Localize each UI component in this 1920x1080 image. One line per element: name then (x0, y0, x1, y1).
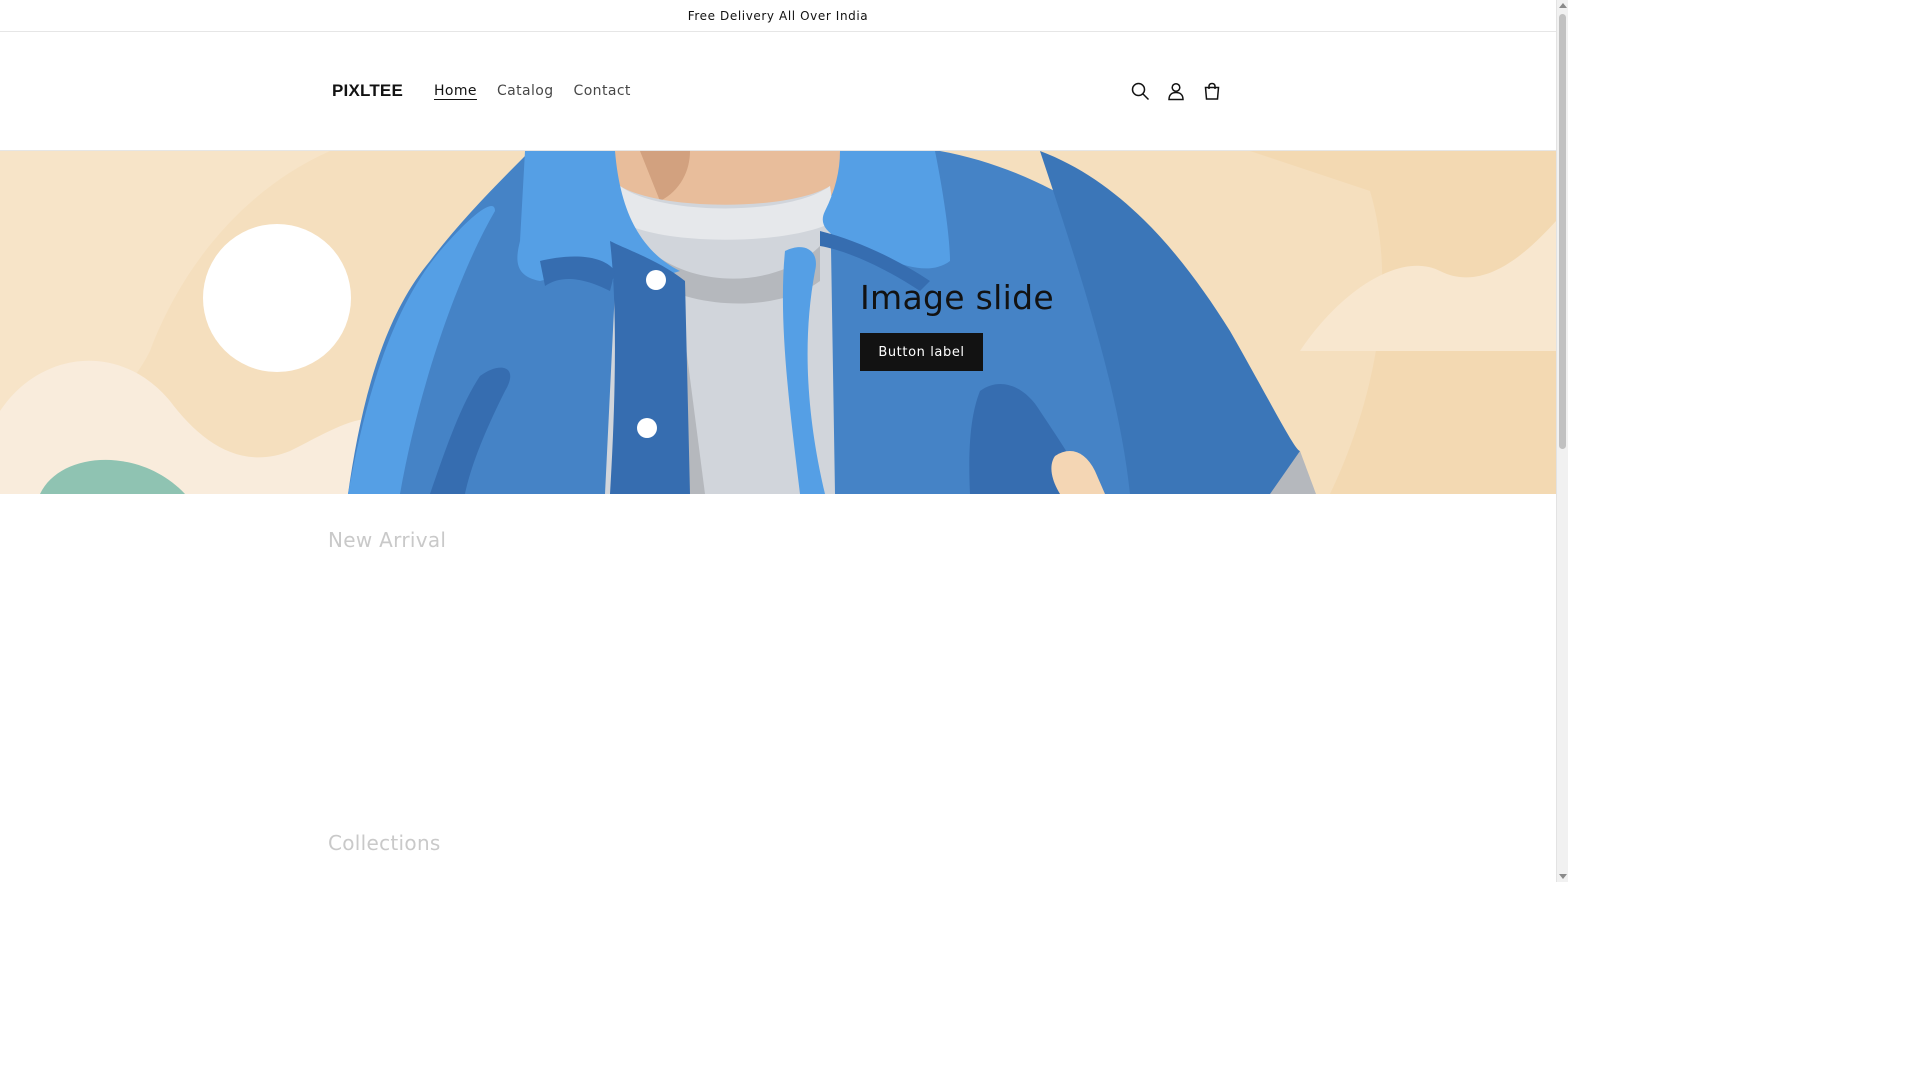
main-nav: Home Catalog Contact (424, 82, 641, 100)
hero-title: Image slide (860, 278, 1054, 317)
announcement-text: Free Delivery All Over India (687, 8, 869, 23)
site-header: PIXLTEE Home Catalog Contact (0, 32, 1556, 151)
search-button[interactable] (1125, 76, 1155, 106)
hero-slideshow: Image slide Button label (0, 151, 1556, 494)
section-title-new-arrival: New Arrival (328, 528, 447, 552)
nav-contact[interactable]: Contact (564, 82, 641, 100)
page-scrollbar[interactable] (1556, 0, 1568, 882)
hero-button[interactable]: Button label (860, 333, 983, 371)
cart-button[interactable] (1197, 76, 1227, 106)
search-icon (1131, 82, 1150, 101)
account-icon (1168, 82, 1184, 101)
hero-illustration (0, 151, 1556, 494)
section-title-collections: Collections (328, 831, 441, 855)
account-button[interactable] (1161, 76, 1191, 106)
scroll-thumb[interactable] (1559, 14, 1566, 449)
scroll-up-arrow-icon[interactable] (1559, 3, 1567, 8)
announcement-bar: Free Delivery All Over India (0, 0, 1556, 32)
nav-home[interactable]: Home (424, 82, 487, 100)
nav-catalog[interactable]: Catalog (487, 82, 564, 100)
cart-icon (1204, 82, 1220, 100)
page: Free Delivery All Over India PIXLTEE Hom… (0, 0, 1556, 882)
logo[interactable]: PIXLTEE (332, 81, 403, 101)
scroll-down-arrow-icon[interactable] (1559, 874, 1567, 879)
